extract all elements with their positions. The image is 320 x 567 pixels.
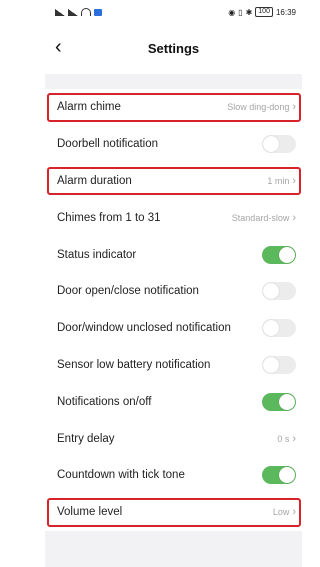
- setting-row-chimes-from-1-to-31[interactable]: Chimes from 1 to 31 Standard-slow ›: [45, 199, 302, 237]
- setting-row-notifications-on-off[interactable]: Notifications on/off: [45, 383, 302, 421]
- setting-label: Alarm duration: [57, 174, 132, 187]
- setting-row-door-open-close-notification[interactable]: Door open/close notification: [45, 272, 302, 310]
- setting-value: 1 min: [267, 175, 290, 186]
- status-right: ◉ ▯ ✱ 100 16:39: [228, 7, 302, 17]
- setting-label: Status indicator: [57, 248, 137, 261]
- setting-value-group: Slow ding-dong ›: [227, 101, 296, 113]
- battery-icon: 100: [255, 7, 273, 17]
- setting-label: Door open/close notification: [57, 285, 199, 298]
- toggle-switch[interactable]: [262, 319, 296, 338]
- eye-icon: ◉: [228, 7, 236, 17]
- signal-icon: [55, 8, 65, 16]
- setting-label: Volume level: [57, 506, 123, 519]
- setting-value-group: 0 s ›: [277, 433, 296, 445]
- setting-row-alarm-duration[interactable]: Alarm duration 1 min ›: [45, 162, 302, 200]
- toggle-knob: [263, 283, 279, 300]
- toggle-switch[interactable]: [262, 392, 296, 411]
- setting-label: Entry delay: [57, 432, 115, 445]
- toggle-knob: [263, 320, 279, 337]
- setting-row-alarm-chime[interactable]: Alarm chime Slow ding-dong ›: [45, 89, 302, 126]
- setting-label: Doorbell notification: [57, 138, 159, 151]
- settings-list: Alarm chime Slow ding-dong › Doorbell notif…: [45, 89, 302, 531]
- setting-row-entry-delay[interactable]: Entry delay 0 s ›: [45, 420, 302, 457]
- setting-label: Sensor low battery notification: [57, 358, 211, 371]
- toggle-knob: [279, 246, 295, 263]
- toggle-switch[interactable]: [262, 245, 296, 264]
- toggle-knob: [263, 356, 279, 373]
- toggle-switch[interactable]: [262, 135, 296, 154]
- chevron-right-icon: ›: [292, 211, 296, 224]
- setting-row-volume-level[interactable]: Volume level Low ›: [45, 493, 302, 531]
- toggle-switch[interactable]: [262, 466, 296, 485]
- status-bar: ◉ ▯ ✱ 100 16:39: [45, 0, 302, 24]
- toggle-knob: [263, 136, 279, 153]
- toggle-knob: [279, 393, 295, 410]
- vibrate-icon: ▯: [238, 7, 243, 17]
- message-icon: [94, 8, 102, 16]
- setting-label: Countdown with tick tone: [57, 469, 185, 482]
- setting-value: 0 s: [277, 433, 290, 444]
- header-bar: ‹ Settings: [45, 24, 302, 74]
- toggle-switch[interactable]: [262, 355, 296, 374]
- toggle-switch[interactable]: [262, 282, 296, 301]
- setting-value-group: Low ›: [273, 506, 296, 518]
- setting-value: Low: [272, 507, 290, 518]
- wifi-icon: [81, 8, 91, 16]
- chevron-right-icon: ›: [292, 432, 296, 445]
- setting-label: Notifications on/off: [57, 395, 152, 408]
- status-left: [45, 8, 102, 16]
- bluetooth-icon: ✱: [245, 7, 253, 17]
- chevron-right-icon: ›: [292, 174, 296, 187]
- chevron-right-icon: ›: [292, 506, 296, 519]
- clock: 16:39: [275, 7, 296, 17]
- chevron-right-icon: ›: [292, 101, 296, 114]
- signal-icon: [68, 8, 78, 16]
- setting-value-group: 1 min ›: [267, 175, 296, 187]
- setting-label: Door/window unclosed notification: [57, 322, 231, 335]
- setting-label: Chimes from 1 to 31: [57, 211, 161, 224]
- setting-row-status-indicator[interactable]: Status indicator: [45, 236, 302, 273]
- setting-label: Alarm chime: [57, 101, 121, 114]
- setting-value: Slow ding-dong: [227, 102, 290, 113]
- page-title: Settings: [147, 41, 200, 56]
- setting-value: Standard-slow: [231, 212, 290, 223]
- setting-row-door-window-unclosed-notification[interactable]: Door/window unclosed notification: [45, 309, 302, 347]
- setting-row-countdown-with-tick-tone[interactable]: Countdown with tick tone: [45, 456, 302, 494]
- setting-value-group: Standard-slow ›: [232, 212, 296, 224]
- phone-screen: ◉ ▯ ✱ 100 16:39 ‹ Settings Alarm chime Sl…: [45, 0, 302, 567]
- toggle-knob: [279, 467, 295, 484]
- setting-row-doorbell-notification[interactable]: Doorbell notification: [45, 125, 302, 163]
- setting-row-sensor-low-battery-notification[interactable]: Sensor low battery notification: [45, 346, 302, 384]
